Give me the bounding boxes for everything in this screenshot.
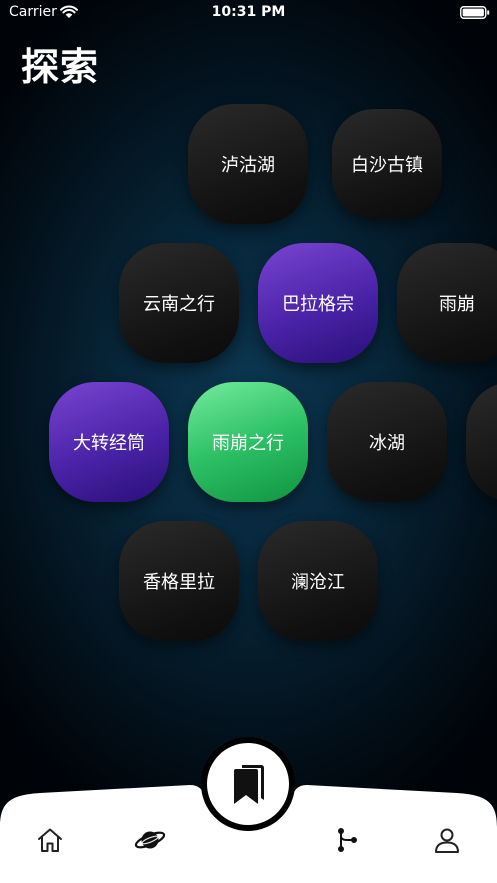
explore-screen: Carrier 10:31 PM 探索 泸沽湖 白沙古镇 云南之行 巴拉格宗 雨… — [0, 0, 497, 883]
bubble-ice-lake[interactable]: 冰湖 — [327, 382, 447, 502]
planet-icon — [134, 831, 166, 849]
tab-profile[interactable] — [427, 823, 467, 857]
branch-icon — [338, 828, 357, 852]
bubble-prayer-wheel[interactable]: 大转经筒 — [49, 382, 169, 502]
user-icon — [435, 828, 459, 853]
tab-routes[interactable] — [327, 823, 367, 857]
bubble-shangri-la[interactable]: 香格里拉 — [119, 521, 239, 641]
bookmarks-icon — [234, 765, 264, 804]
bubble-yubeng-trip[interactable]: 雨崩之行 — [188, 382, 308, 502]
home-icon — [38, 828, 62, 852]
center-bookmarks-button[interactable] — [201, 737, 295, 831]
status-time: 10:31 PM — [211, 4, 286, 20]
tab-explore[interactable] — [130, 823, 170, 857]
battery-icon — [460, 6, 490, 19]
status-bar: Carrier 10:31 PM — [0, 0, 497, 26]
tab-bar — [0, 737, 497, 883]
bubble-baisha-town[interactable]: 白沙古镇 — [332, 109, 442, 219]
bubble-lancang-river[interactable]: 澜沧江 — [258, 521, 378, 641]
page-title: 探索 — [21, 45, 100, 89]
tab-home[interactable] — [30, 823, 70, 857]
bubble-lugu-lake[interactable]: 泸沽湖 — [188, 104, 308, 224]
bubble-yunnan-trip[interactable]: 云南之行 — [119, 243, 239, 363]
center-button-face — [207, 743, 289, 825]
bubble-balagezong[interactable]: 巴拉格宗 — [258, 243, 378, 363]
bubble-yubeng[interactable]: 雨崩 — [397, 243, 497, 363]
bubble-partial[interactable] — [466, 382, 497, 502]
